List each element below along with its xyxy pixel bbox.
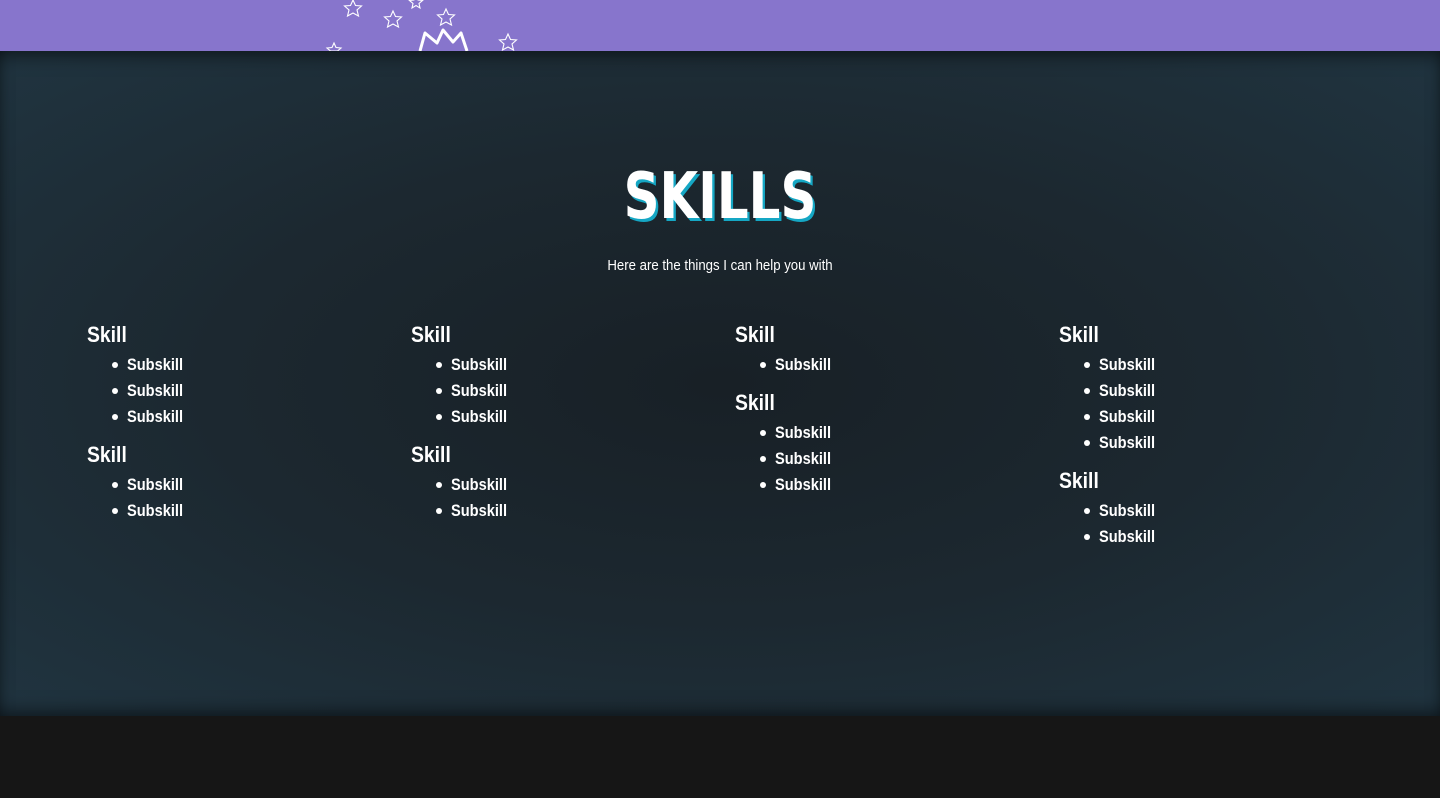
stars-and-crown-icon — [325, 0, 518, 51]
star-icon — [436, 7, 456, 27]
subskill-item: Subskill — [1083, 430, 1359, 456]
subskill-list: Subskill — [735, 352, 1035, 378]
skills-column-2: Skill Subskill Subskill Subskill Skill S… — [411, 320, 711, 534]
subskill-list: Subskill Subskill — [411, 472, 711, 524]
skills-column-1: Skill Subskill Subskill Subskill Skill S… — [87, 320, 387, 534]
skill-group: Skill Subskill Subskill — [87, 440, 387, 524]
subskill-list: Subskill Subskill Subskill — [735, 420, 1035, 498]
subskill-item: Subskill — [759, 472, 1035, 498]
subskill-item: Subskill — [111, 404, 387, 430]
bullet-icon — [1084, 414, 1090, 420]
subskill-item: Subskill — [759, 352, 1035, 378]
bullet-icon — [436, 388, 442, 394]
skill-group: Skill Subskill — [735, 320, 1035, 378]
subskill-list: Subskill Subskill Subskill Subskill — [1059, 352, 1359, 456]
bullet-icon — [112, 414, 118, 420]
bullet-icon — [436, 508, 442, 514]
bullet-icon — [436, 482, 442, 488]
skill-group: Skill Subskill Subskill Subskill Subskil… — [1059, 320, 1359, 456]
star-icon — [408, 0, 424, 10]
bullet-icon — [112, 508, 118, 514]
subskill-item: Subskill — [435, 352, 711, 378]
bullet-icon — [1084, 440, 1090, 446]
subskill-item: Subskill — [1083, 352, 1359, 378]
crown-icon — [418, 28, 469, 51]
subskill-item: Subskill — [111, 498, 387, 524]
subskill-item: Subskill — [435, 498, 711, 524]
subskill-item: Subskill — [111, 352, 387, 378]
subskill-item: Subskill — [111, 472, 387, 498]
subskill-list: Subskill Subskill Subskill — [87, 352, 387, 430]
section-subtitle: Here are the things I can help you with — [607, 257, 833, 274]
skill-group: Skill Subskill Subskill — [411, 440, 711, 524]
subskill-item: Subskill — [1083, 498, 1359, 524]
subskill-item: Subskill — [435, 378, 711, 404]
skills-column-3: Skill Subskill Skill Subskill Subskill S… — [735, 320, 1035, 508]
skill-group: Skill Subskill Subskill — [1059, 466, 1359, 550]
skill-title: Skill — [87, 442, 127, 467]
subskill-item: Subskill — [1083, 378, 1359, 404]
subskill-item: Subskill — [1083, 524, 1359, 550]
star-icon — [383, 9, 403, 29]
subskill-list: Subskill Subskill — [1059, 498, 1359, 550]
subskill-item: Subskill — [435, 404, 711, 430]
skills-section: Skills Here are the things I can help yo… — [0, 51, 1440, 716]
skill-group: Skill Subskill Subskill Subskill — [411, 320, 711, 430]
bullet-icon — [760, 362, 766, 368]
subskill-list: Subskill Subskill — [87, 472, 387, 524]
skill-title: Skill — [87, 322, 127, 347]
subskill-list: Subskill Subskill Subskill — [411, 352, 711, 430]
bullet-icon — [1084, 508, 1090, 514]
skill-group: Skill Subskill Subskill Subskill — [87, 320, 387, 430]
bullet-icon — [1084, 534, 1090, 540]
skill-group: Skill Subskill Subskill Subskill — [735, 388, 1035, 498]
bullet-icon — [760, 456, 766, 462]
skill-title: Skill — [411, 442, 451, 467]
bullet-icon — [1084, 362, 1090, 368]
subskill-item: Subskill — [1083, 404, 1359, 430]
subskill-item: Subskill — [759, 446, 1035, 472]
bullet-icon — [760, 430, 766, 436]
subskill-item: Subskill — [111, 378, 387, 404]
skill-title: Skill — [735, 390, 775, 415]
subskill-item: Subskill — [759, 420, 1035, 446]
bullet-icon — [1084, 388, 1090, 394]
star-icon — [325, 41, 343, 51]
skill-title: Skill — [411, 322, 451, 347]
skills-column-4: Skill Subskill Subskill Subskill Subskil… — [1059, 320, 1359, 560]
bullet-icon — [112, 482, 118, 488]
bullet-icon — [112, 388, 118, 394]
footer — [0, 716, 1440, 798]
subskill-item: Subskill — [435, 472, 711, 498]
bullet-icon — [436, 362, 442, 368]
star-icon — [498, 32, 518, 51]
skill-title: Skill — [1059, 468, 1099, 493]
skill-title: Skill — [735, 322, 775, 347]
bullet-icon — [112, 362, 118, 368]
skill-title: Skill — [1059, 322, 1099, 347]
star-icon — [343, 0, 363, 18]
bullet-icon — [760, 482, 766, 488]
top-banner — [0, 0, 1440, 51]
section-title: Skills — [623, 160, 817, 234]
bullet-icon — [436, 414, 442, 420]
